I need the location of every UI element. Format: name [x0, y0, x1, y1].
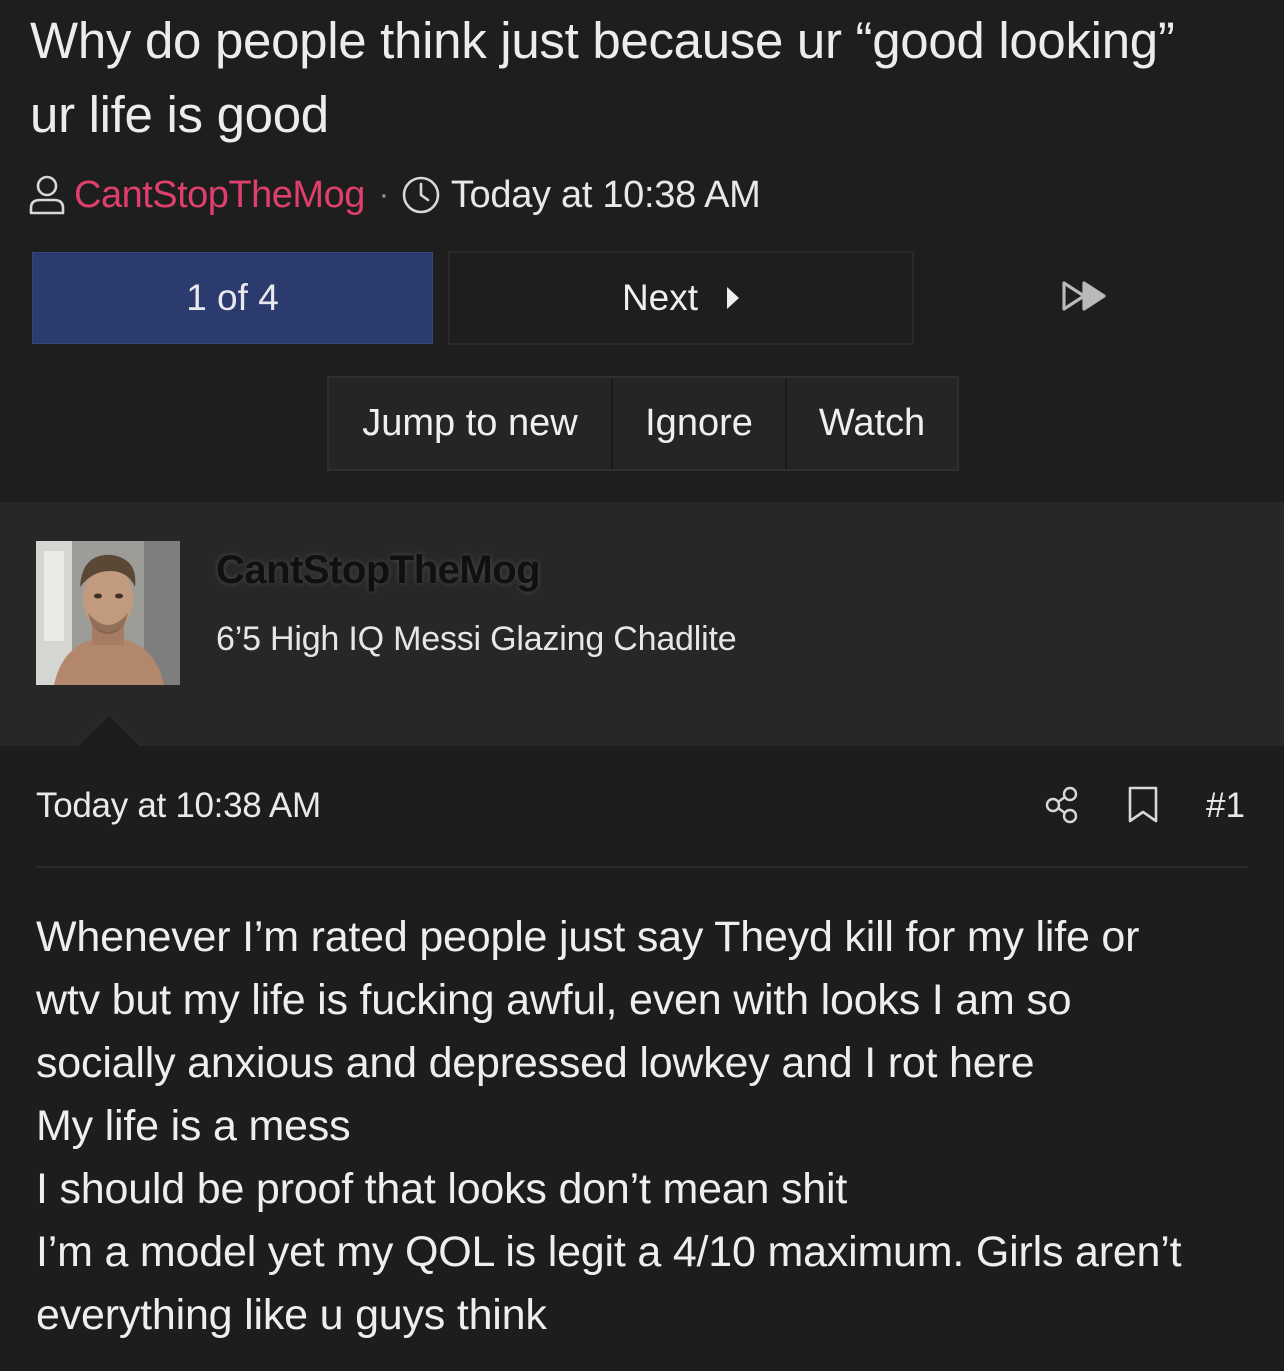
post-divider — [36, 866, 1248, 868]
user-title: 6’5 High IQ Messi Glazing Chadlite — [216, 620, 737, 658]
ignore-button[interactable]: Ignore — [611, 378, 785, 469]
message-line: everything like u guys think — [36, 1291, 547, 1339]
message-line: I should be proof that looks don’t mean … — [36, 1165, 848, 1213]
next-page-button[interactable]: Next — [448, 251, 914, 345]
last-page-button[interactable] — [1062, 278, 1116, 318]
user-icon — [28, 174, 66, 216]
message-line: Whenever I’m rated people just say Theyd… — [36, 913, 1140, 961]
current-page-label: 1 of 4 — [186, 277, 279, 318]
thread-actions: Jump to new Ignore Watch — [327, 376, 959, 471]
next-label: Next — [621, 277, 699, 318]
fast-forward-icon — [1062, 280, 1108, 317]
clock-icon — [401, 175, 441, 215]
post-time[interactable]: Today at 10:38 AM — [36, 786, 321, 826]
share-icon[interactable] — [1044, 786, 1080, 829]
message-line: wtv but my life is fucking awful, even w… — [36, 976, 1072, 1024]
caret-right-icon — [726, 277, 740, 319]
jump-to-new-button[interactable]: Jump to new — [329, 378, 611, 469]
watch-button[interactable]: Watch — [785, 378, 957, 469]
meta-separator: · — [378, 178, 389, 211]
current-page-button[interactable]: 1 of 4 — [32, 252, 433, 344]
message-line: I’m a model yet my QOL is legit a 4/10 m… — [36, 1228, 1182, 1276]
avatar[interactable] — [36, 541, 180, 685]
post-username[interactable]: CantStopTheMog — [216, 548, 541, 593]
message-line: socially anxious and depressed lowkey an… — [36, 1039, 1035, 1087]
bookmark-icon[interactable] — [1127, 786, 1159, 829]
thread-title: Why do people think just because ur “goo… — [30, 12, 1175, 143]
author-link[interactable]: CantStopTheMog — [74, 174, 365, 217]
thread-meta: CantStopTheMog · Today at 10:38 AM — [28, 168, 761, 222]
message-line: My life is a mess — [36, 1102, 351, 1150]
thread-time[interactable]: Today at 10:38 AM — [451, 174, 761, 217]
post-number-link[interactable]: #1 — [1206, 786, 1245, 826]
post-message: Whenever I’m rated people just say Theyd… — [36, 906, 1266, 1347]
